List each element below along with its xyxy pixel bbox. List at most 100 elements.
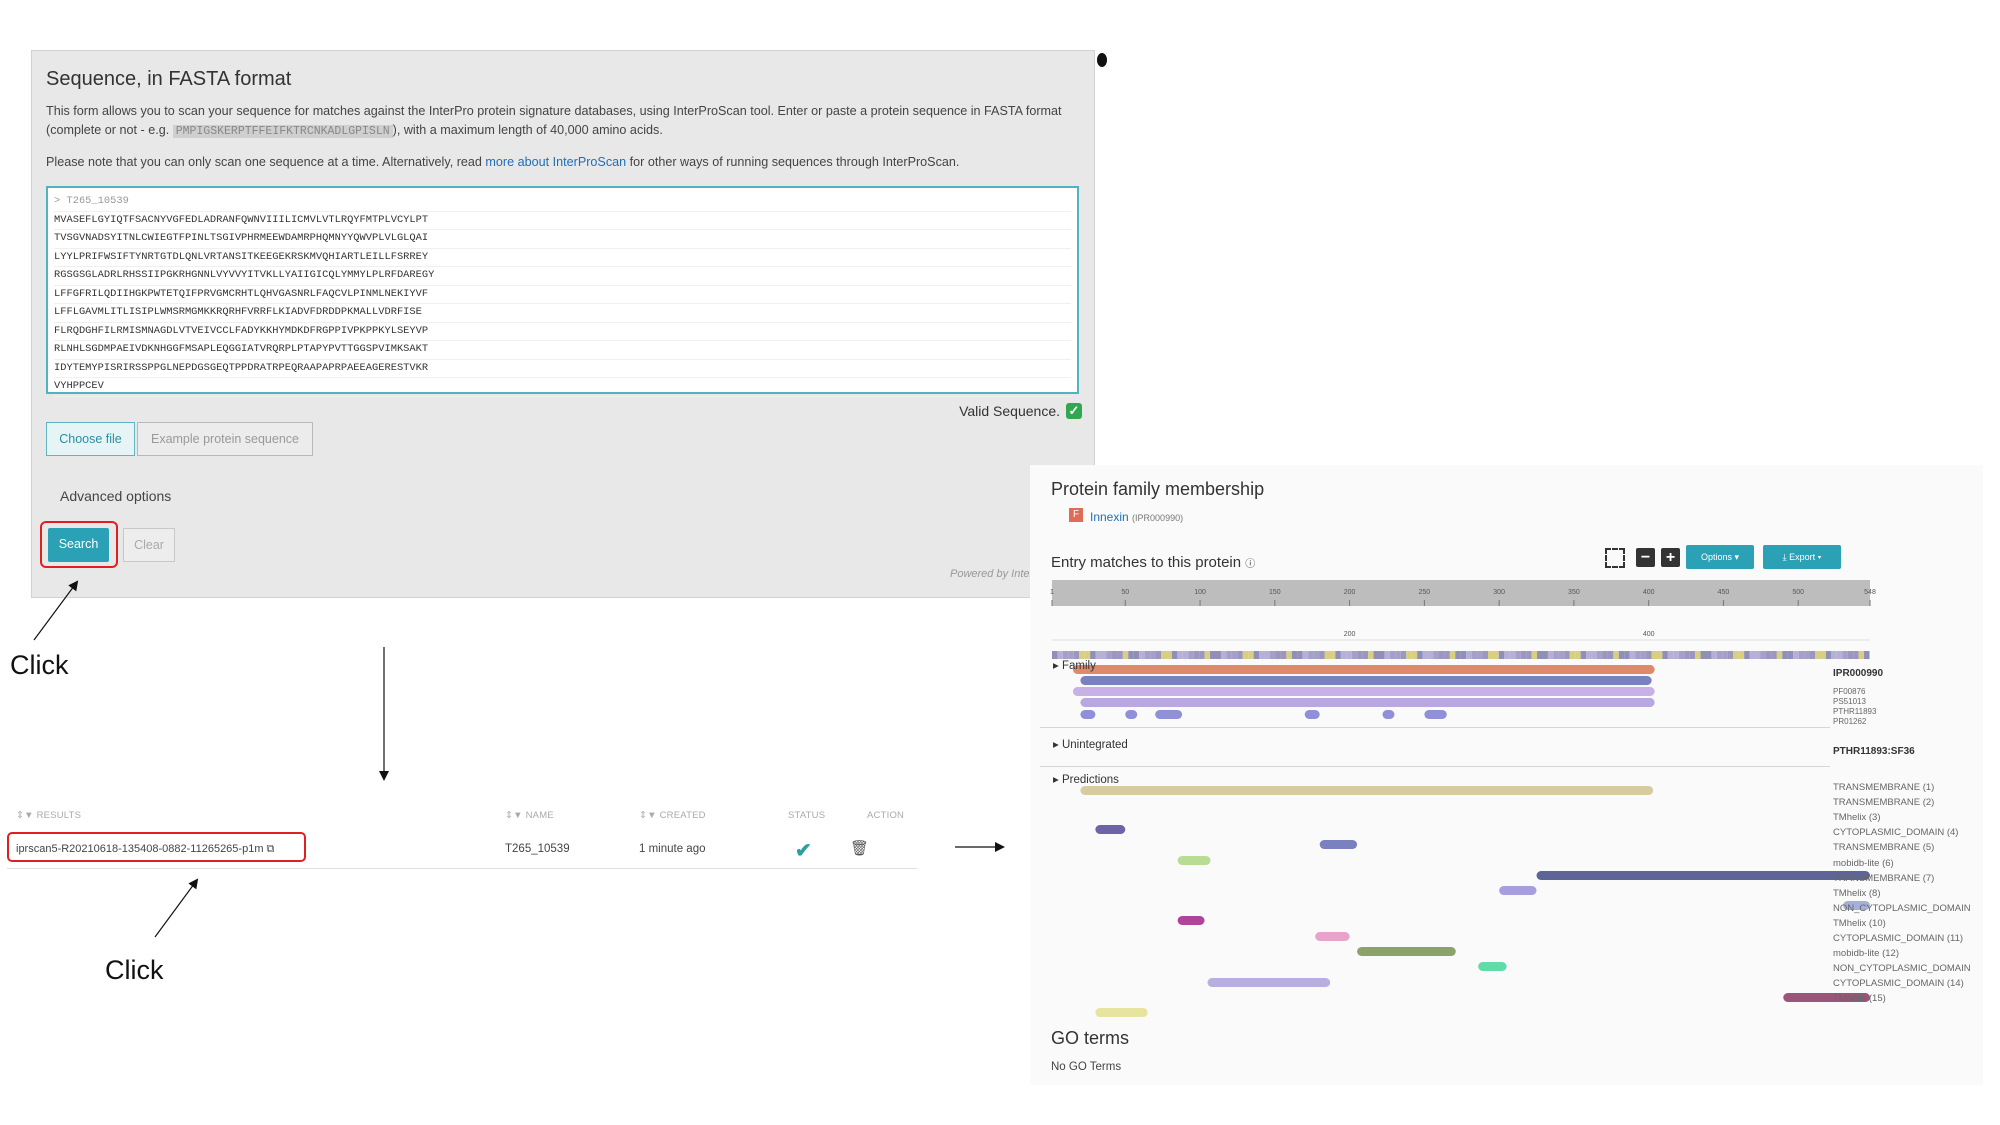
track-label[interactable]: TRANSMEMBRANE (2) (1833, 797, 1934, 808)
status-column-header: STATUS (788, 810, 826, 821)
track-label[interactable]: TMhelix (3) (1833, 812, 1881, 823)
sequence-strip-cell (1820, 651, 1826, 659)
result-name: T265_10539 (505, 843, 570, 855)
fullscreen-icon[interactable] (1605, 548, 1625, 568)
sequence-strip-cell (1635, 651, 1641, 659)
track-label[interactable]: TRANSMEMBRANE (7) (1833, 873, 1934, 884)
info-icon[interactable]: ⓘ (1245, 559, 1255, 570)
family-badge: F (1069, 508, 1083, 522)
family-bar-pr01262 (1304, 710, 1320, 719)
track-label[interactable]: PS51013 (1833, 697, 1866, 706)
sequence-strip-cell (1319, 651, 1325, 659)
track-label[interactable]: TMhelix (8) (1833, 888, 1881, 899)
sequence-strip-cell (1242, 651, 1249, 659)
sequence-strip-cell (1373, 651, 1379, 659)
sequence-strip-cell (1297, 651, 1303, 659)
track-label[interactable]: CYTOPLASMIC_DOMAIN (14) (1833, 978, 1964, 989)
sequence-strip-cell (1329, 651, 1336, 659)
family-category[interactable]: ▸ Family (1053, 658, 1096, 672)
ruler-tick-label: 548 (1864, 589, 1876, 596)
name-column-header[interactable]: ⇕▼ NAME (505, 810, 554, 821)
track-label[interactable]: TRANSMEMBRANE (1) (1833, 782, 1934, 793)
prediction-bar (1536, 871, 1870, 880)
options-dropdown[interactable]: Options ▾ (1686, 545, 1754, 569)
track-label[interactable]: CYTOPLASMIC_DOMAIN (11) (1833, 933, 1963, 944)
track-label[interactable]: PTHR11893 (1833, 707, 1876, 716)
sequence-strip-cell (1433, 651, 1439, 659)
entry-matches-label: Entry matches to this protein (1051, 554, 1242, 571)
sequence-strip-cell (1368, 651, 1374, 659)
prediction-bar (1177, 916, 1205, 925)
sequence-strip-cell (1749, 651, 1756, 659)
sequence-strip-cell (1308, 651, 1314, 659)
sequence-strip-cell (1466, 651, 1472, 659)
sequence-strip-cell (1864, 651, 1870, 659)
sequence-strip-cell (1438, 651, 1445, 659)
innexin-link[interactable]: Innexin (1090, 510, 1129, 524)
predictions-category[interactable]: ▸ Predictions (1053, 772, 1119, 786)
sequence-strip-cell (1722, 651, 1728, 659)
sequence-strip-cell (1793, 651, 1799, 659)
sequence-strip-cell (1395, 651, 1401, 659)
sequence-strip-cell (1389, 651, 1396, 659)
sequence-strip-cell (1259, 651, 1265, 659)
results-column-header[interactable]: ⇕▼ RESULTS (16, 810, 81, 821)
sequence-strip-cell (1351, 651, 1358, 659)
sequence-strip-cell (1428, 651, 1434, 659)
track-label[interactable]: PTHR11893:SF36 (1833, 746, 1915, 757)
ruler-tick-label: 450 (1718, 589, 1730, 596)
sequence-strip-cell (1340, 651, 1347, 659)
sequence-strip-cell (1444, 651, 1450, 659)
track-label[interactable]: NON_CYTOPLASMIC_DOMAIN (1833, 903, 1971, 914)
export-label: Export (1789, 552, 1816, 562)
zoom-in-icon[interactable]: + (1661, 548, 1680, 567)
track-label[interactable]: NON_CYTOPLASMIC_DOMAIN (1833, 963, 1971, 974)
trash-icon[interactable]: 🗑 (850, 839, 869, 857)
track-label[interactable]: mobidb-lite (12) (1833, 948, 1899, 959)
track-label[interactable]: PF00876 (1833, 687, 1865, 696)
sequence-strip-cell (1798, 651, 1805, 659)
click-arrow-to-result (154, 878, 199, 938)
sequence-strip-cell (1727, 651, 1734, 659)
prediction-bar (1478, 962, 1507, 971)
track-label[interactable]: PR01262 (1833, 717, 1866, 726)
sequence-strip-cell (1782, 651, 1788, 659)
family-bar-pr01262 (1080, 710, 1096, 719)
family-bar-pthr11893 (1080, 698, 1655, 707)
sequence-strip-cell (1498, 651, 1505, 659)
track-label[interactable]: CYTOPLASMIC_DOMAIN (4) (1833, 827, 1958, 838)
sequence-strip-cell (1291, 651, 1298, 659)
prediction-bar (1319, 840, 1358, 849)
sequence-strip (1052, 651, 1870, 659)
family-bar-pr01262 (1125, 710, 1138, 719)
ruler-tick-label: 350 (1568, 589, 1580, 596)
sequence-strip-cell (1400, 651, 1407, 659)
result-created: 1 minute ago (639, 843, 706, 855)
zoom-out-icon[interactable]: − (1636, 548, 1655, 567)
family-entry: Innexin (IPR000990) (1090, 510, 1183, 524)
sequence-strip-cell (1558, 651, 1565, 659)
sequence-strip-cell (1188, 651, 1194, 659)
sequence-strip-cell (1776, 651, 1783, 659)
family-bar-pr01262 (1424, 710, 1447, 719)
track-label[interactable]: IPR000990 (1833, 668, 1883, 679)
entry-matches-title: Entry matches to this protein ⓘ (1051, 554, 1255, 571)
track-label[interactable]: mobidb-lite (6) (1833, 858, 1894, 869)
unintegrated-category[interactable]: ▸ Unintegrated (1053, 737, 1128, 751)
created-column-header[interactable]: ⇕▼ CREATED (639, 810, 706, 821)
unintegrated-bar (1080, 786, 1654, 795)
sequence-strip-cell (1607, 651, 1614, 659)
sequence-strip-cell (1695, 651, 1701, 659)
track-label[interactable]: TRANSMEMBRANE (5) (1833, 842, 1934, 853)
sequence-strip-cell (1128, 651, 1134, 659)
sequence-strip-cell (1515, 651, 1521, 659)
export-dropdown[interactable]: ⤓ Export ▾ (1763, 545, 1841, 569)
family-membership-title: Protein family membership (1051, 479, 1265, 499)
sequence-strip-cell (1324, 651, 1330, 659)
unintegrated-category-label: Unintegrated (1061, 739, 1128, 751)
track-label[interactable]: TMhelix (15) (1833, 993, 1886, 1004)
ruler-tick-label: 50 (1121, 589, 1129, 596)
sequence-strip-cell (1520, 651, 1527, 659)
position-ruler (1052, 580, 1870, 606)
track-label[interactable]: TMhelix (10) (1833, 918, 1886, 929)
